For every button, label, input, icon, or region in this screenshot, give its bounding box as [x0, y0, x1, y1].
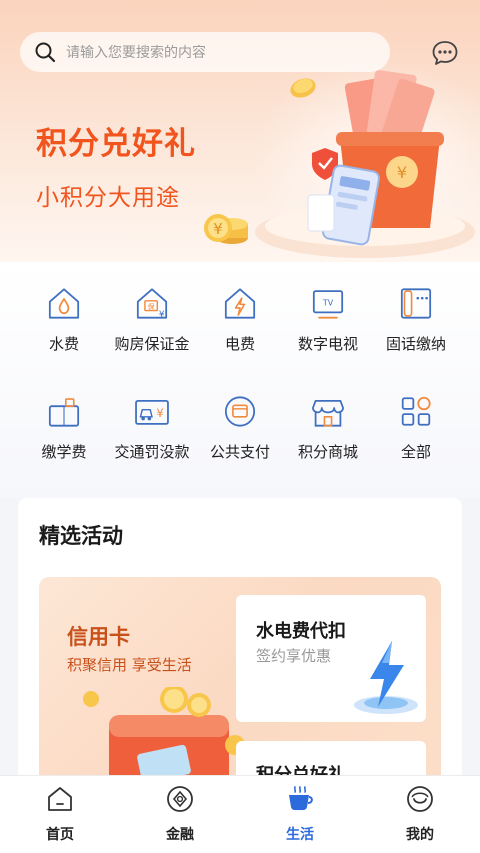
service-label: 公共支付 — [209, 443, 270, 461]
tab-finance[interactable]: 金融 — [120, 776, 240, 853]
tab-label: 金融 — [166, 827, 194, 843]
service-house-deposit[interactable]: 保 ¥ 购房保证金 — [104, 262, 200, 354]
service-label: 固话缴纳 — [385, 335, 446, 353]
life-cup-icon — [289, 786, 313, 810]
service-traffic-fine[interactable]: ¥ 交通罚没款 — [104, 370, 200, 462]
electric-house-icon — [224, 288, 256, 319]
service-label: 缴学费 — [41, 443, 87, 461]
all-apps-icon — [401, 396, 431, 426]
service-all[interactable]: 全部 — [368, 370, 464, 462]
svg-text:保: 保 — [148, 302, 155, 311]
service-grid: 水费 保 ¥ 购房保证金 电费 TV 数字电视 固话缴纳 缴学费 ¥ 交通罚没款… — [0, 262, 480, 498]
service-label: 水费 — [48, 335, 79, 353]
banner-title: 积分兑好礼 — [36, 126, 196, 162]
banner-illustration: ¥ ¥ — [204, 70, 475, 258]
promo-title: 信用卡 — [67, 625, 130, 649]
service-electric[interactable]: 电费 — [192, 262, 288, 354]
water-electric-card[interactable]: 水电费代扣 签约享优惠 — [236, 595, 426, 722]
tab-label: 生活 — [286, 827, 314, 843]
service-public-payment[interactable]: 公共支付 — [192, 370, 288, 462]
tab-mine[interactable]: 我的 — [360, 776, 480, 853]
tab-label: 首页 — [46, 827, 74, 843]
svg-text:¥: ¥ — [159, 310, 165, 320]
service-label: 交通罚没款 — [114, 443, 190, 461]
service-points-mall[interactable]: 积分商城 — [280, 370, 376, 462]
search-input[interactable]: 请输入您要搜索的内容 — [66, 42, 206, 62]
lightning-bolt-icon — [354, 641, 418, 714]
svg-text:¥: ¥ — [213, 220, 223, 238]
service-label: 购房保证金 — [114, 335, 190, 353]
banner-subtitle: 小积分大用途 — [36, 185, 180, 211]
card-title: 水电费代扣 — [256, 621, 346, 642]
service-digital-tv[interactable]: TV 数字电视 — [280, 262, 376, 354]
public-payment-icon — [224, 396, 256, 427]
search-icon — [34, 41, 56, 63]
tab-home[interactable]: 首页 — [0, 776, 120, 853]
water-house-icon — [48, 288, 80, 319]
banner[interactable]: 请输入您要搜索的内容 积分兑好礼 小积分大用途 ¥ ¥ — [0, 0, 480, 262]
home-icon — [48, 787, 72, 811]
service-label: 数字电视 — [297, 335, 358, 353]
svg-text:¥: ¥ — [156, 406, 163, 420]
points-mall-icon — [312, 399, 344, 427]
landline-phone-icon — [400, 288, 432, 319]
house-deposit-icon: 保 ¥ — [136, 288, 168, 320]
service-tuition[interactable]: 缴学费 — [16, 370, 112, 462]
service-landline[interactable]: 固话缴纳 — [368, 262, 464, 354]
profile-face-icon — [407, 786, 433, 812]
finance-icon — [167, 786, 193, 812]
service-label: 积分商城 — [297, 443, 358, 461]
featured-section: 精选活动 信用卡 积聚信用 享受生活 水电费代扣 签约享优惠 — [18, 498, 462, 798]
service-label: 全部 — [400, 443, 431, 461]
bottom-tab-bar: 首页 金融 生活 我的 — [0, 775, 480, 853]
service-water[interactable]: 水费 — [16, 262, 112, 354]
tv-icon: TV — [312, 290, 344, 319]
tuition-icon — [48, 398, 80, 427]
tab-label: 我的 — [406, 827, 434, 843]
service-label: 电费 — [224, 335, 255, 353]
credit-card-promo[interactable]: 信用卡 积聚信用 享受生活 水电费代扣 签约享优惠 积分兑好礼 — [39, 577, 441, 798]
card-subtitle: 签约享优惠 — [256, 647, 332, 665]
promo-subtitle: 积聚信用 享受生活 — [67, 656, 192, 674]
tab-life[interactable]: 生活 — [240, 776, 360, 853]
svg-text:TV: TV — [322, 298, 334, 307]
svg-text:¥: ¥ — [397, 163, 407, 182]
featured-title: 精选活动 — [39, 524, 123, 548]
traffic-fine-icon: ¥ — [135, 399, 169, 425]
